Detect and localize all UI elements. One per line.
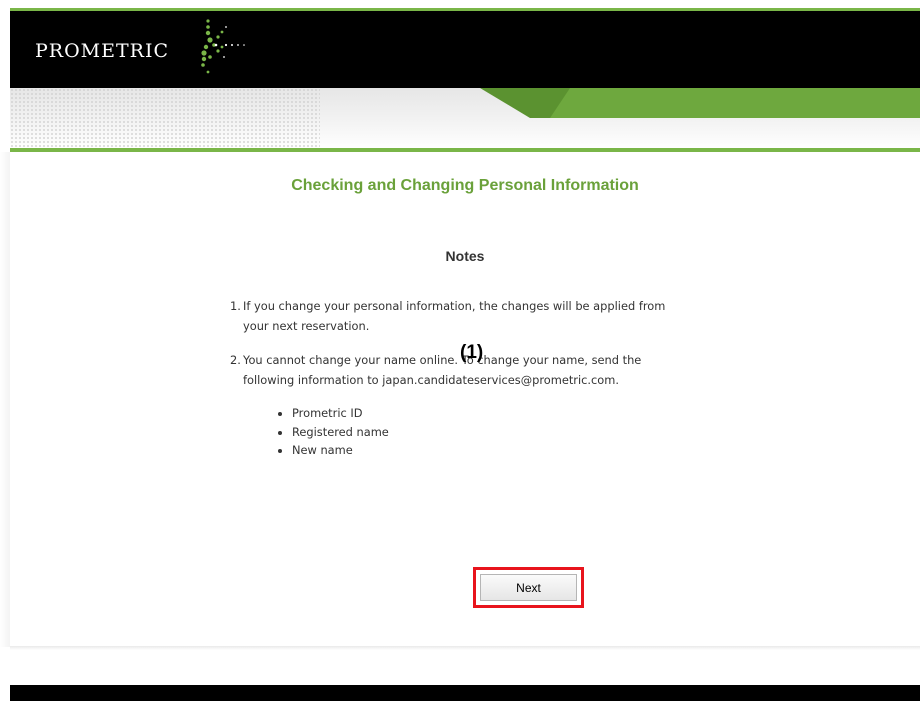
list-item: New name <box>292 441 750 460</box>
notes-list: 1. If you change your personal informati… <box>230 296 750 460</box>
logo-text: PROMETRIC <box>35 40 170 62</box>
note-line: If you change your personal information,… <box>243 299 666 313</box>
required-info-list: Prometric ID Registered name New name <box>230 404 750 460</box>
callout-marker: (1) <box>460 342 484 363</box>
top-strip <box>0 0 920 8</box>
banner-swoosh <box>480 88 920 118</box>
list-item: Registered name <box>292 423 750 442</box>
starburst-icon <box>198 17 258 87</box>
note-number: 2. <box>230 353 241 367</box>
note-line: You cannot change your name online. To c… <box>243 353 642 367</box>
list-item: Prometric ID <box>292 404 750 423</box>
note-item: 1. If you change your personal informati… <box>230 296 750 336</box>
note-line: following information to japan.candidate… <box>243 373 619 387</box>
header-banner <box>10 88 920 148</box>
page-title: Checking and Changing Personal Informati… <box>291 177 639 194</box>
site-footer <box>10 685 920 701</box>
note-item: 2. You cannot change your name online. T… <box>230 350 750 390</box>
next-button[interactable]: Next <box>480 574 577 601</box>
site-header: PROMETRIC <box>10 8 920 88</box>
page-shadow <box>0 152 10 647</box>
banner-underline <box>10 148 920 152</box>
note-number: 1. <box>230 299 241 313</box>
note-line: your next reservation. <box>243 319 370 333</box>
content-divider <box>10 646 920 650</box>
notes-heading: Notes <box>445 248 485 264</box>
